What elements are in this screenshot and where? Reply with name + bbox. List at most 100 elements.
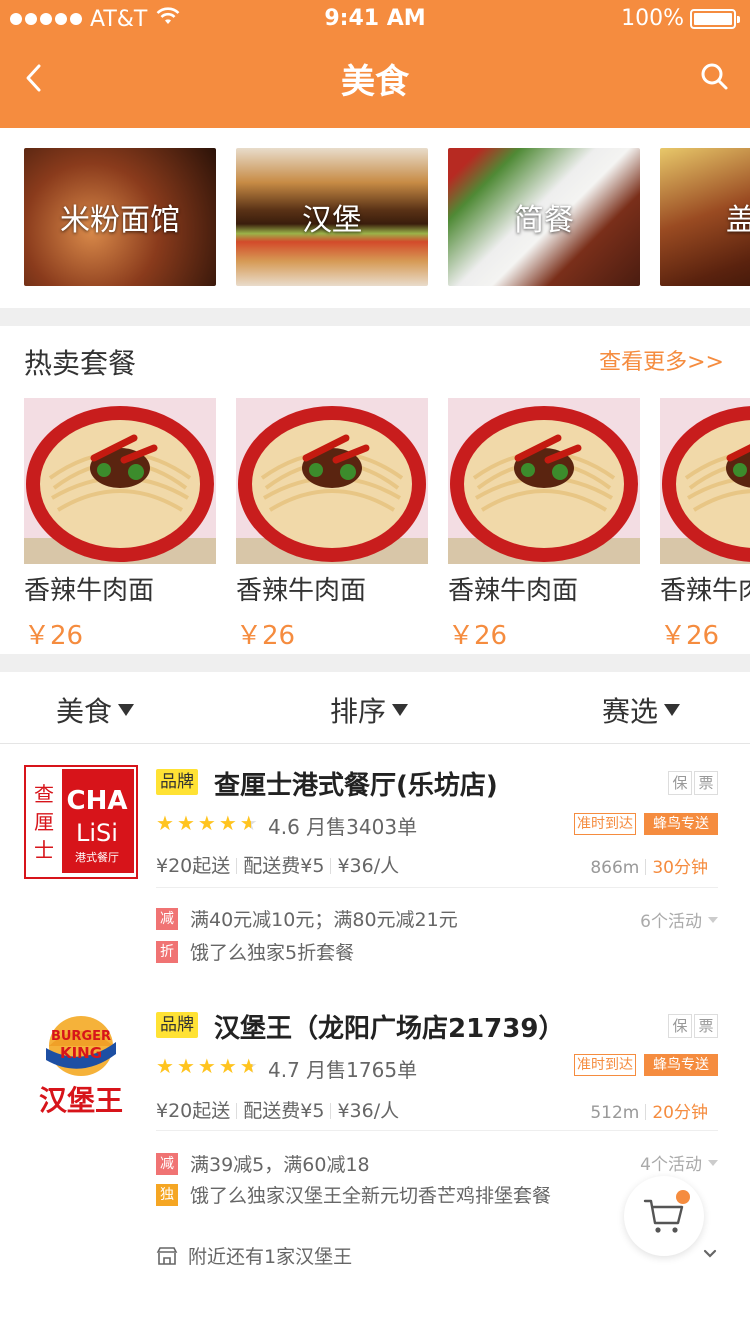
hot-title: 热卖套餐 xyxy=(24,347,137,380)
logo-text-line2: KING xyxy=(60,1044,102,1062)
shop-card[interactable]: 查 厘 士 CHA LiSi 港式餐厅 品牌 查厘士港式餐厅(乐坊店) 保 票 … xyxy=(0,745,750,995)
dish-price: ￥26 xyxy=(660,621,720,651)
min-order: ¥20起送 xyxy=(156,855,231,877)
activities-toggle[interactable]: 4个活动 xyxy=(640,1150,718,1175)
dish-name: 香辣牛肉面 xyxy=(24,576,155,606)
logo-text-cn-3: 士 xyxy=(34,838,54,862)
logo-text-cn-2: 厘 xyxy=(34,810,54,834)
cart-badge xyxy=(676,1190,690,1204)
insurance-tag: 保 xyxy=(668,771,692,795)
category-row: 米粉面馆 汉堡 简餐 盖浇 xyxy=(0,128,750,308)
fengniao-tag: 蜂鸟专送 xyxy=(644,1054,718,1076)
battery-area: 100% xyxy=(621,6,740,31)
star-rating: ★ ★ ★ ★ ★ xyxy=(156,1054,258,1078)
logo-text-cn-1: 查 xyxy=(34,782,54,806)
battery-icon xyxy=(690,8,740,29)
discount-icon: 减 xyxy=(156,907,178,930)
divider xyxy=(156,1130,718,1131)
star-icon: ★ xyxy=(197,1054,216,1078)
category-label: 米粉面馆 xyxy=(60,203,180,238)
hot-section: 热卖套餐 查看更多>> 香辣牛肉面 ￥26 香辣牛肉面 ￥26 香辣牛肉面 ￥2… xyxy=(0,326,750,654)
category-tile-burger[interactable]: 汉堡 xyxy=(236,148,428,286)
chevron-down-icon xyxy=(708,1159,718,1166)
fengniao-tag: 蜂鸟专送 xyxy=(644,813,718,835)
exclusive-icon: 独 xyxy=(156,1183,178,1206)
promo-item: 折 饿了么独家5折套餐 xyxy=(156,938,354,965)
star-icon: ★ xyxy=(176,811,195,835)
category-label: 简餐 xyxy=(514,203,574,238)
invoice-tag: 票 xyxy=(694,771,718,795)
activities-toggle[interactable]: 6个活动 xyxy=(640,907,718,932)
delivery-info: ¥20起送 配送费¥5 ¥36/人 xyxy=(156,1096,399,1123)
dish-card[interactable]: 香辣牛肉面 ￥26 xyxy=(24,398,216,652)
filter-select[interactable]: 赛选 xyxy=(602,690,681,730)
half-star-icon: ★ xyxy=(239,1054,258,1078)
dropdown-arrow-icon xyxy=(392,704,409,716)
dish-image xyxy=(236,398,428,564)
category-label: 汉堡 xyxy=(302,203,362,238)
dish-card[interactable]: 香辣牛肉面 ￥26 xyxy=(660,398,750,652)
shop-name: 查厘士港式餐厅(乐坊店) xyxy=(214,771,498,801)
dish-card[interactable]: 香辣牛肉面 ￥26 xyxy=(448,398,640,652)
filter-select-label: 赛选 xyxy=(602,695,659,728)
shop-logo: BURGER KING 汉堡王 xyxy=(24,1006,138,1120)
per-person: ¥36/人 xyxy=(337,855,400,877)
search-icon xyxy=(701,63,728,90)
rating-value: 4.6 xyxy=(268,815,300,839)
chevron-down-icon[interactable] xyxy=(702,1248,718,1260)
distance-time: 512m 20分钟 xyxy=(590,1098,708,1123)
promo-text: 饿了么独家5折套餐 xyxy=(190,942,355,964)
dish-image xyxy=(448,398,640,564)
section-gap xyxy=(0,654,750,672)
page-title: 美食 xyxy=(341,62,409,102)
search-button[interactable] xyxy=(696,58,732,94)
shop-name: 汉堡王（龙阳广场店21739） xyxy=(214,1014,565,1044)
monthly-sales: 月售1765单 xyxy=(306,1058,418,1082)
activities-count: 6个活动 xyxy=(640,912,702,932)
promo-item: 独 饿了么独家汉堡王全新元切香芒鸡排堡套餐 xyxy=(156,1181,551,1208)
filter-bar: 美食 排序 赛选 xyxy=(0,672,750,744)
logo-text-en2: LiSi xyxy=(76,819,118,847)
filter-food-label: 美食 xyxy=(56,695,113,728)
dish-price: ￥26 xyxy=(24,621,84,651)
rating-sales: 4.6 月售3403单 xyxy=(268,811,417,840)
rating-value: 4.7 xyxy=(268,1058,300,1082)
promo-text: 饿了么独家汉堡王全新元切香芒鸡排堡套餐 xyxy=(190,1185,552,1207)
section-gap xyxy=(0,308,750,326)
dish-card[interactable]: 香辣牛肉面 ￥26 xyxy=(236,398,428,652)
invoice-tag: 票 xyxy=(694,1014,718,1038)
dish-name: 香辣牛肉面 xyxy=(448,576,579,606)
battery-label: 100% xyxy=(621,6,684,31)
on-time-tag: 准时到达 xyxy=(574,813,636,835)
filter-food[interactable]: 美食 xyxy=(56,690,135,730)
dish-image xyxy=(660,398,750,564)
dish-price: ￥26 xyxy=(236,621,296,651)
promo-item: 减 满40元减10元；满80元减21元 xyxy=(156,905,458,932)
dish-image xyxy=(24,398,216,564)
cart-button[interactable] xyxy=(624,1176,704,1256)
category-tile-noodles[interactable]: 米粉面馆 xyxy=(24,148,216,286)
filter-sort-label: 排序 xyxy=(330,695,387,728)
activities-count: 4个活动 xyxy=(640,1155,702,1175)
header: AT&T 9:41 AM 100% 美食 xyxy=(0,0,750,128)
category-tile-meal[interactable]: 简餐 xyxy=(448,148,640,286)
dish-name: 香辣牛肉面 xyxy=(660,576,750,606)
delivery-fee: 配送费¥5 xyxy=(243,855,325,877)
promo-item: 减 满39减5，满60减18 xyxy=(156,1150,370,1177)
logo-text-sub: 港式餐厅 xyxy=(75,850,119,864)
delivery-fee: 配送费¥5 xyxy=(243,1100,325,1122)
half-star-icon: ★ xyxy=(239,811,258,835)
logo-text-cn: 汉堡王 xyxy=(39,1084,123,1117)
see-more-link[interactable]: 查看更多>> xyxy=(599,344,724,376)
category-tile-rice[interactable]: 盖浇 xyxy=(660,148,750,286)
insurance-tag: 保 xyxy=(668,1014,692,1038)
on-time-tag: 准时到达 xyxy=(574,1054,636,1076)
navbar: 美食 xyxy=(0,40,750,128)
delivery-info: ¥20起送 配送费¥5 ¥36/人 xyxy=(156,851,399,878)
nearby-text: 附近还有1家汉堡王 xyxy=(188,1246,353,1268)
star-icon: ★ xyxy=(156,811,174,835)
filter-sort[interactable]: 排序 xyxy=(330,690,409,730)
shop-logo: 查 厘 士 CHA LiSi 港式餐厅 xyxy=(24,765,138,879)
brand-badge: 品牌 xyxy=(156,1012,198,1038)
nearby-branches-link[interactable]: 附近还有1家汉堡王 xyxy=(156,1242,352,1269)
